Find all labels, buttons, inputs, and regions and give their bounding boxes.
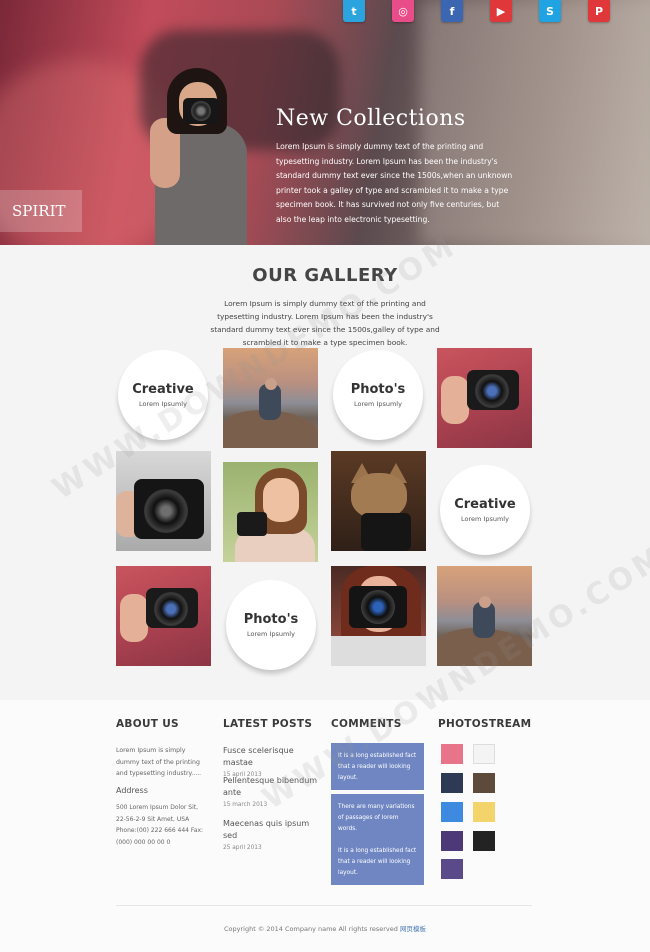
gallery-photo-girl[interactable] [223, 462, 318, 562]
comments-heading: COMMENTS [331, 718, 402, 730]
pixel-thumb-icon[interactable] [441, 859, 463, 879]
dark-thumb-icon[interactable] [441, 773, 463, 793]
post-item[interactable]: Maecenas quis ipsum sed 25 april 2013 [223, 818, 318, 851]
gallery-circle-creative-2[interactable]: Creative Lorem Ipsumly [440, 465, 530, 555]
photo-girl-face [263, 478, 299, 522]
hero-photographer-image [145, 68, 260, 245]
about-text: Lorem Ipsum is simply dummy text of the … [116, 747, 202, 777]
pinterest-icon[interactable]: P [588, 0, 610, 22]
comment-box[interactable]: There are many variations of passages of… [331, 794, 424, 841]
gallery-photo-nikon[interactable] [116, 451, 211, 551]
gallery-photo-cat[interactable] [331, 451, 426, 551]
gallery-photo-mountain[interactable] [223, 348, 318, 448]
lens-icon [144, 489, 188, 533]
about-heading: ABOUT US [116, 718, 179, 730]
hero-lens-icon [191, 101, 211, 121]
address-heading: Address [116, 786, 148, 795]
hero-title: New Collections [276, 106, 466, 131]
copyright: Copyright © 2014 Company name All rights… [0, 923, 650, 933]
circle-title: Photo's [350, 382, 406, 397]
camera-icon [237, 512, 267, 536]
circle-subtitle: Lorem Ipsumly [461, 515, 509, 523]
lens-icon [475, 374, 509, 408]
photo-body [331, 636, 426, 666]
photo-hand [120, 594, 148, 642]
circle-title: Creative [454, 497, 516, 512]
brand-logo[interactable]: SPIRIT [0, 190, 82, 232]
gallery-circle-photos-2[interactable]: Photo's Lorem Ipsumly [226, 580, 316, 670]
gallery-title: OUR GALLERY [252, 265, 398, 286]
gallery-circle-creative[interactable]: Creative Lorem Ipsumly [118, 350, 208, 440]
copyright-link[interactable]: 网页模板 [400, 925, 426, 933]
gallery-circle-photos[interactable]: Photo's Lorem Ipsumly [333, 350, 423, 440]
gallery-photo-mountain-2[interactable] [437, 566, 532, 666]
lens-icon [154, 592, 188, 626]
post-date: 25 april 2013 [223, 845, 262, 851]
address-text: 500 Lorem Ipsum Dolor Sit, 22-56-2-9 Sit… [116, 804, 204, 846]
photo-man-head [265, 378, 277, 390]
photostream-heading: PHOTOSTREAM [438, 718, 532, 730]
twitter-icon[interactable]: t [343, 0, 365, 22]
social-links: t ◎ f ▶ S P [343, 0, 637, 22]
circle-subtitle: Lorem Ipsumly [247, 630, 295, 638]
blue-thumb-icon[interactable] [441, 802, 463, 822]
heart-thumb-icon[interactable] [441, 744, 463, 764]
cat-thumb-icon[interactable] [473, 831, 495, 851]
post-item[interactable]: Pellentesque bibendum ante 15 march 2013 [223, 775, 318, 808]
latest-posts-heading: LATEST POSTS [223, 718, 313, 730]
photo-hand [441, 376, 469, 424]
youtube-icon[interactable]: ▶ [490, 0, 512, 22]
hero-banner: New Collections Lorem Ipsum is simply du… [0, 0, 650, 245]
skype-icon[interactable]: S [539, 0, 561, 22]
copyright-text: Copyright © 2014 Company name All rights… [224, 925, 398, 933]
gallery-photo-camera-red[interactable] [437, 348, 532, 448]
facebook-icon[interactable]: f [441, 0, 463, 22]
footer-divider [116, 905, 532, 906]
comment-box[interactable]: It is a long established fact that a rea… [331, 838, 424, 885]
dribbble-icon[interactable]: ◎ [392, 0, 414, 22]
circle-subtitle: Lorem Ipsumly [139, 400, 187, 408]
post-title[interactable]: Pellentesque bibendum ante [223, 775, 318, 799]
comment-box[interactable]: It is a long established fact that a rea… [331, 743, 424, 790]
post-title[interactable]: Fusce scelerisque mastae [223, 745, 318, 769]
gallery-photo-redhead[interactable] [331, 566, 426, 666]
post-date: 15 march 2013 [223, 802, 268, 808]
photo-man-head [479, 596, 491, 608]
lens-icon [361, 590, 395, 624]
mosaic-thumb-icon[interactable] [473, 773, 495, 793]
footer [0, 700, 650, 952]
circle-title: Photo's [243, 612, 299, 627]
gallery-description: Lorem Ipsum is simply dummy text of the … [210, 299, 440, 347]
post-item[interactable]: Fusce scelerisque mastae 15 april 2013 [223, 745, 318, 778]
circle-title: Creative [132, 382, 194, 397]
camera-icon [361, 513, 411, 551]
circle-subtitle: Lorem Ipsumly [354, 400, 402, 408]
purple-thumb-icon[interactable] [441, 831, 463, 851]
hero-text: Lorem Ipsum is simply dummy text of the … [276, 142, 513, 224]
logo-thumb-icon[interactable] [473, 744, 495, 764]
gallery-photo-camera-red-2[interactable] [116, 566, 211, 666]
yellow-thumb-icon[interactable] [473, 802, 495, 822]
post-title[interactable]: Maecenas quis ipsum sed [223, 818, 318, 842]
